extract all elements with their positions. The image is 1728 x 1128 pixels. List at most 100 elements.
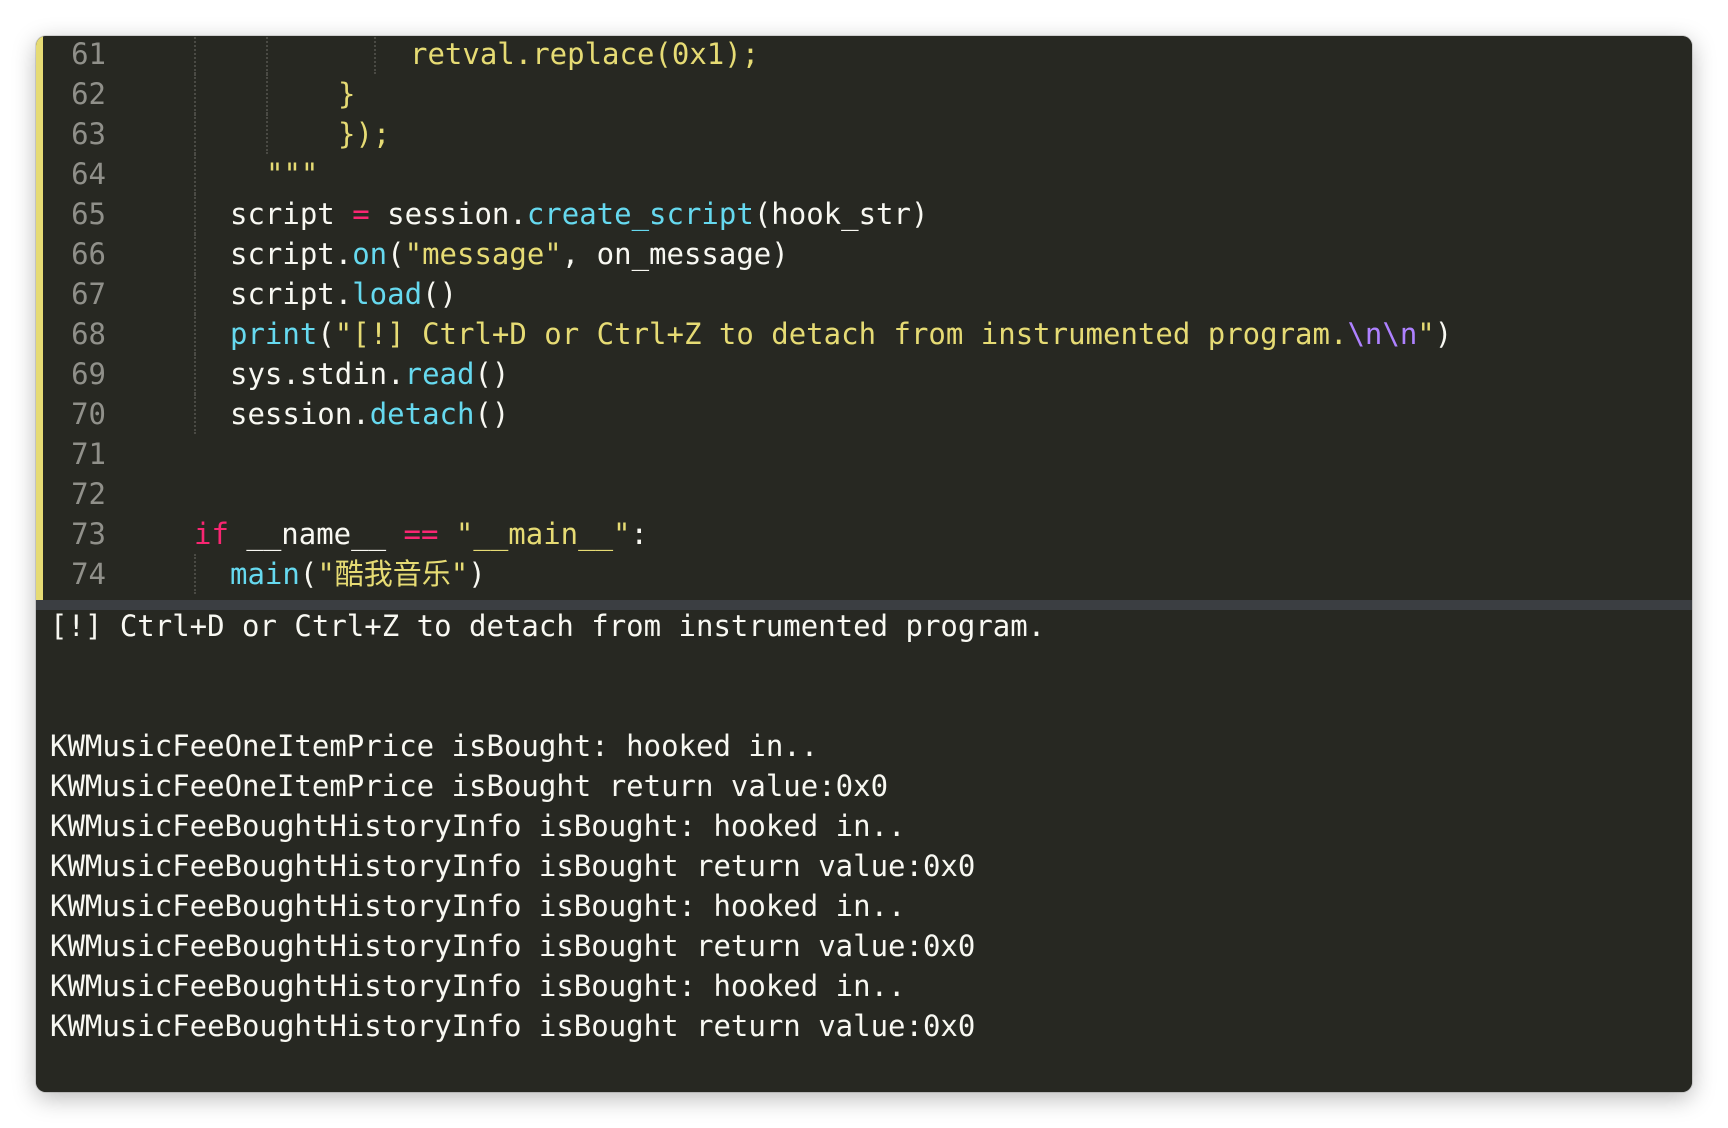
code-token: main — [230, 557, 300, 591]
code-line: 65 script = session.create_script(hook_st… — [36, 194, 1692, 234]
code-token: detach — [369, 397, 475, 431]
code-line: 67 script.load() — [36, 274, 1692, 314]
code-line: 61 retval.replace(0x1); — [36, 36, 1692, 74]
indent-guide — [374, 36, 376, 74]
line-number: 69 — [71, 357, 106, 391]
code-token: ( — [387, 237, 405, 271]
code-token: , on_message) — [561, 237, 789, 271]
terminal-line: KWMusicFeeBoughtHistoryInfo isBought: ho… — [50, 809, 906, 843]
code-token: "酷我音乐" — [317, 557, 469, 591]
code-token: script — [230, 197, 353, 231]
code-line: 68 print("[!] Ctrl+D or Ctrl+Z to detach … — [36, 314, 1692, 354]
indent-guide — [194, 36, 196, 74]
indent-guide — [194, 154, 196, 194]
code-token: } — [338, 77, 356, 111]
indent-guide — [266, 114, 268, 154]
indent-guide — [194, 394, 196, 434]
code-lines: 61 retval.replace(0x1); 62} 63}); 64 """ 65 scr… — [36, 36, 1692, 594]
line-number: 61 — [71, 37, 106, 71]
code-line: 63}); — [36, 114, 1692, 154]
indent-guide — [194, 234, 196, 274]
code-token: retval.replace(0x1); — [410, 37, 760, 71]
code-line: 70 session.detach() — [36, 394, 1692, 434]
line-number: 65 — [71, 197, 106, 231]
code-text: session.detach() — [230, 394, 509, 434]
code-line: 69 sys.stdin.read() — [36, 354, 1692, 394]
terminal-line: KWMusicFeeBoughtHistoryInfo isBought: ho… — [50, 889, 906, 923]
code-token: \n\n — [1347, 317, 1418, 351]
line-number: 68 — [71, 317, 106, 351]
indent-guide — [194, 354, 196, 394]
code-token: == — [403, 517, 439, 551]
code-token: (hook_str) — [753, 197, 929, 231]
code-token: if — [194, 517, 229, 551]
code-token: () — [474, 397, 510, 431]
code-token: ) — [1434, 317, 1453, 351]
line-number: 62 — [71, 77, 106, 111]
terminal-line: KWMusicFeeBoughtHistoryInfo isBought ret… — [50, 849, 976, 883]
code-token: read — [404, 357, 475, 391]
terminal-line: KWMusicFeeBoughtHistoryInfo isBought ret… — [50, 929, 976, 963]
code-line: 62} — [36, 74, 1692, 114]
code-token: on — [352, 237, 388, 271]
code-line: 64 """ — [36, 154, 1692, 194]
code-text: retval.replace(0x1); — [410, 36, 759, 74]
code-text: """ — [266, 154, 318, 194]
code-token: }); — [338, 117, 391, 151]
code-token: : — [630, 517, 648, 551]
indent-guide — [194, 274, 196, 314]
code-line: 74 main("酷我音乐") — [36, 554, 1692, 594]
code-text: if __name__ == "__main__": — [194, 514, 648, 554]
terminal-line: KWMusicFeeBoughtHistoryInfo isBought ret… — [50, 1009, 976, 1043]
code-text: script.load() — [230, 274, 457, 314]
line-number: 67 — [71, 277, 106, 311]
code-text: }); — [338, 114, 390, 154]
line-number: 66 — [71, 237, 106, 271]
code-token: print — [230, 317, 318, 351]
code-token: load — [352, 277, 423, 311]
line-number: 72 — [71, 477, 106, 511]
code-text: } — [338, 74, 355, 114]
code-line: 73 if __name__ == "__main__": — [36, 514, 1692, 554]
code-token: "message" — [404, 237, 562, 271]
code-token: session. — [230, 397, 370, 431]
terminal-line: KWMusicFeeOneItemPrice isBought return v… — [50, 769, 889, 803]
terminal-line: KWMusicFeeBoughtHistoryInfo isBought: ho… — [50, 969, 906, 1003]
line-number: 71 — [71, 437, 106, 471]
line-number: 74 — [71, 557, 106, 591]
indent-guide — [194, 114, 196, 154]
code-editor[interactable]: 61 retval.replace(0x1); 62} 63}); 64 """ 65 scr… — [36, 36, 1692, 600]
output-terminal[interactable]: [!] Ctrl+D or Ctrl+Z to detach from inst… — [36, 609, 1692, 1092]
code-token: "[!] Ctrl+D or Ctrl+Z to detach from ins… — [334, 317, 1348, 351]
code-token: create_script — [526, 197, 754, 231]
code-line: 72 — [36, 474, 1692, 514]
indent-guide — [194, 314, 196, 354]
code-token: sys.stdin. — [230, 357, 405, 391]
code-text: script = session.create_script(hook_str) — [230, 194, 928, 234]
code-token: () — [474, 357, 510, 391]
code-token: () — [422, 277, 457, 311]
indent-guide — [266, 74, 268, 114]
line-number: 70 — [71, 397, 106, 431]
code-text: script.on("message", on_message) — [230, 234, 789, 274]
code-token: session. — [369, 197, 527, 231]
indent-guide — [194, 74, 196, 114]
line-number: 63 — [71, 117, 106, 151]
line-number: 73 — [71, 517, 106, 551]
code-text: main("酷我音乐") — [230, 554, 486, 594]
code-token: ( — [299, 557, 318, 591]
indent-guide — [194, 194, 196, 234]
code-line: 66 script.on("message", on_message) — [36, 234, 1692, 274]
terminal-line: KWMusicFeeOneItemPrice isBought: hooked … — [50, 729, 819, 763]
code-token: __name__ — [228, 517, 404, 551]
code-token: script. — [230, 277, 353, 311]
indent-guide — [266, 36, 268, 74]
code-text: sys.stdin.read() — [230, 354, 509, 394]
line-number: 64 — [71, 157, 106, 191]
terminal-line: [!] Ctrl+D or Ctrl+Z to detach from inst… — [50, 609, 1046, 643]
indent-guide — [194, 554, 196, 594]
code-token: "__main__" — [455, 517, 631, 551]
code-token: ) — [468, 557, 486, 591]
code-token: " — [1417, 317, 1435, 351]
